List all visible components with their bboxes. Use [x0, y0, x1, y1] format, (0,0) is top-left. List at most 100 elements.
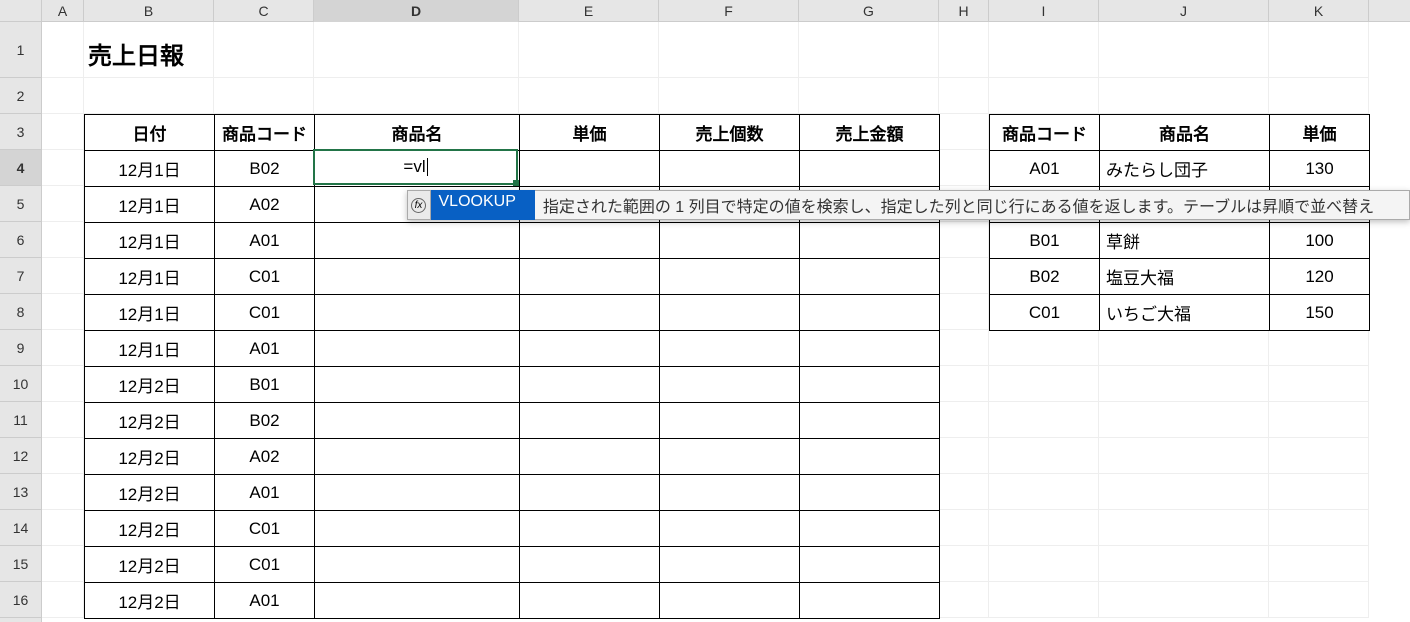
lookup-header[interactable]: 単価: [1270, 115, 1370, 151]
row-header-5[interactable]: 5: [0, 186, 41, 222]
lookup-cell[interactable]: 草餅: [1100, 223, 1270, 259]
column-header-I[interactable]: I: [989, 0, 1099, 22]
row-header-13[interactable]: 13: [0, 474, 41, 510]
main-cell[interactable]: [800, 295, 940, 331]
row-header-12[interactable]: 12: [0, 438, 41, 474]
main-cell[interactable]: 12月1日: [85, 295, 215, 331]
main-cell[interactable]: [660, 223, 800, 259]
cell-grid[interactable]: 売上日報 日付商品コード商品名単価売上個数売上金額12月1日B0212月1日A0…: [42, 22, 1410, 622]
row-header-3[interactable]: 3: [0, 114, 41, 150]
main-cell[interactable]: B02: [215, 151, 315, 187]
main-cell[interactable]: [660, 511, 800, 547]
main-cell[interactable]: [800, 151, 940, 187]
main-cell[interactable]: [660, 475, 800, 511]
row-header-14[interactable]: 14: [0, 510, 41, 546]
main-cell[interactable]: [800, 331, 940, 367]
lookup-header[interactable]: 商品名: [1100, 115, 1270, 151]
main-cell[interactable]: [315, 331, 520, 367]
main-header[interactable]: 単価: [520, 115, 660, 151]
row-header-16[interactable]: 16: [0, 582, 41, 618]
main-cell[interactable]: [315, 439, 520, 475]
main-cell[interactable]: [660, 439, 800, 475]
main-cell[interactable]: 12月1日: [85, 223, 215, 259]
main-cell[interactable]: 12月2日: [85, 439, 215, 475]
active-cell[interactable]: =vl: [313, 149, 518, 185]
column-header-K[interactable]: K: [1269, 0, 1369, 22]
lookup-cell[interactable]: 100: [1270, 223, 1370, 259]
main-cell[interactable]: 12月1日: [85, 259, 215, 295]
lookup-cell[interactable]: B02: [990, 259, 1100, 295]
main-cell[interactable]: C01: [215, 259, 315, 295]
main-cell[interactable]: [660, 295, 800, 331]
main-cell[interactable]: [800, 583, 940, 619]
main-cell[interactable]: [315, 295, 520, 331]
lookup-cell[interactable]: 130: [1270, 151, 1370, 187]
main-cell[interactable]: A01: [215, 475, 315, 511]
main-cell[interactable]: [660, 259, 800, 295]
column-header-A[interactable]: A: [42, 0, 84, 22]
row-header-1[interactable]: 1: [0, 22, 41, 78]
main-cell[interactable]: [520, 295, 660, 331]
main-cell[interactable]: [660, 547, 800, 583]
main-cell[interactable]: [520, 259, 660, 295]
main-cell[interactable]: [520, 511, 660, 547]
column-header-D[interactable]: D: [314, 0, 519, 22]
column-header-H[interactable]: H: [939, 0, 989, 22]
column-header-J[interactable]: J: [1099, 0, 1269, 22]
main-cell[interactable]: [315, 547, 520, 583]
main-cell[interactable]: [800, 259, 940, 295]
main-cell[interactable]: [315, 259, 520, 295]
main-cell[interactable]: [315, 367, 520, 403]
main-cell[interactable]: [660, 151, 800, 187]
column-header-B[interactable]: B: [84, 0, 214, 22]
main-cell[interactable]: 12月1日: [85, 151, 215, 187]
main-cell[interactable]: A02: [215, 187, 315, 223]
main-cell[interactable]: [800, 475, 940, 511]
row-header-9[interactable]: 9: [0, 330, 41, 366]
main-cell[interactable]: [315, 403, 520, 439]
main-cell[interactable]: 12月1日: [85, 187, 215, 223]
main-cell[interactable]: [520, 475, 660, 511]
column-header-C[interactable]: C: [214, 0, 314, 22]
row-header-6[interactable]: 6: [0, 222, 41, 258]
main-cell[interactable]: [520, 403, 660, 439]
column-header-F[interactable]: F: [659, 0, 799, 22]
main-cell[interactable]: 12月2日: [85, 367, 215, 403]
main-cell[interactable]: 12月2日: [85, 547, 215, 583]
product-lookup-table[interactable]: 商品コード商品名単価A01みたらし団子130A02わらび餅200B01草餅100…: [989, 114, 1370, 331]
main-cell[interactable]: [800, 511, 940, 547]
main-cell[interactable]: C01: [215, 511, 315, 547]
main-cell[interactable]: [520, 583, 660, 619]
main-cell[interactable]: 12月1日: [85, 331, 215, 367]
row-header-2[interactable]: 2: [0, 78, 41, 114]
lookup-cell[interactable]: B01: [990, 223, 1100, 259]
main-cell[interactable]: A01: [215, 583, 315, 619]
main-cell[interactable]: [520, 439, 660, 475]
main-cell[interactable]: [660, 331, 800, 367]
main-cell[interactable]: [800, 403, 940, 439]
lookup-cell[interactable]: C01: [990, 295, 1100, 331]
main-cell[interactable]: [660, 367, 800, 403]
main-cell[interactable]: 12月2日: [85, 475, 215, 511]
lookup-cell[interactable]: 塩豆大福: [1100, 259, 1270, 295]
lookup-cell[interactable]: 120: [1270, 259, 1370, 295]
row-header-8[interactable]: 8: [0, 294, 41, 330]
main-cell[interactable]: [520, 367, 660, 403]
row-header-15[interactable]: 15: [0, 546, 41, 582]
main-cell[interactable]: [660, 403, 800, 439]
formula-autocomplete[interactable]: fx VLOOKUP 指定された範囲の 1 列目で特定の値を検索し、指定した列と…: [407, 190, 1410, 220]
suggest-function-name[interactable]: VLOOKUP: [431, 190, 535, 220]
main-header[interactable]: 売上金額: [800, 115, 940, 151]
main-cell[interactable]: 12月2日: [85, 511, 215, 547]
main-cell[interactable]: [315, 583, 520, 619]
row-header-10[interactable]: 10: [0, 366, 41, 402]
main-cell[interactable]: [800, 547, 940, 583]
main-cell[interactable]: [315, 511, 520, 547]
lookup-cell[interactable]: いちご大福: [1100, 295, 1270, 331]
main-header[interactable]: 日付: [85, 115, 215, 151]
main-header[interactable]: 商品コード: [215, 115, 315, 151]
main-cell[interactable]: A01: [215, 223, 315, 259]
main-cell[interactable]: C01: [215, 547, 315, 583]
row-header-11[interactable]: 11: [0, 402, 41, 438]
main-cell[interactable]: [315, 475, 520, 511]
